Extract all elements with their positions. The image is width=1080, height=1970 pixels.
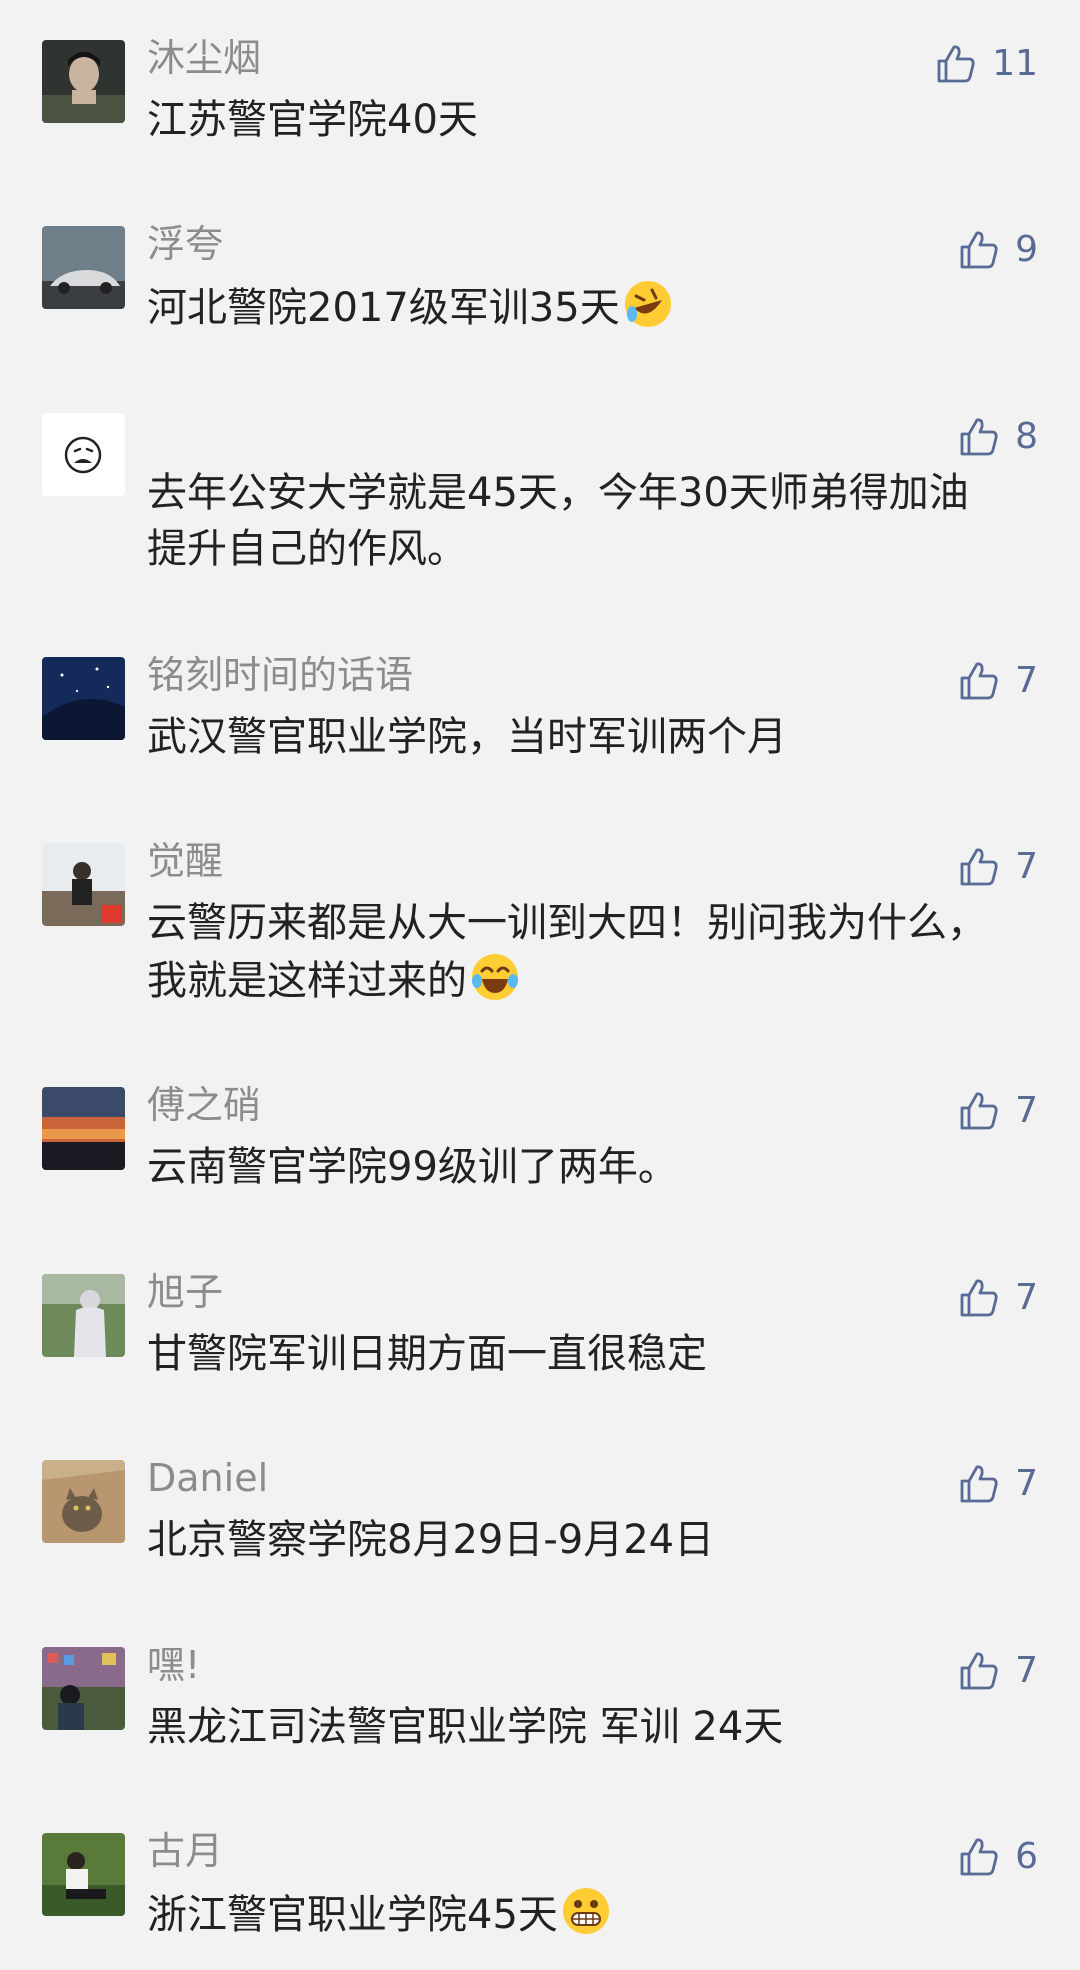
comment-item: 傅之硝 云南警官学院99级训了两年。 7: [0, 1083, 1080, 1190]
thumbs-up-icon: [960, 848, 998, 886]
user-avatar[interactable]: [42, 413, 125, 496]
like-button[interactable]: 8: [957, 413, 1038, 461]
like-count: 7: [1015, 1650, 1038, 1691]
like-button[interactable]: 6: [957, 1833, 1038, 1881]
comment-item: Daniel 北京警察学院8月29日-9月24日 7: [0, 1456, 1080, 1563]
avatar-night-sky-icon: [42, 657, 125, 740]
thumbs-up-icon: [960, 418, 998, 456]
avatar-young-man-icon: [42, 40, 125, 123]
thumbs-up-icon: [960, 1838, 998, 1876]
comment-text: 武汉警官职业学院，当时军训两个月: [147, 714, 787, 760]
user-name[interactable]: Daniel: [147, 1454, 268, 1502]
user-avatar[interactable]: [42, 226, 125, 309]
thumbs-up-icon: [960, 1652, 998, 1690]
like-count: 7: [1015, 1090, 1038, 1131]
like-button[interactable]: 11: [934, 40, 1038, 88]
comment-text-content: 云警历来都是从大一训到大四！别问我为什么，我就是这样过来的: [147, 900, 987, 1004]
avatar-sitting-man-icon: [42, 1833, 125, 1916]
comment-item: 浮夸 河北警院2017级军训35天 9: [0, 222, 1080, 331]
grimacing-emoji-icon: [560, 1885, 612, 1937]
comment-text-content: 浙江警官职业学院45天: [147, 1892, 558, 1938]
like-button[interactable]: 7: [957, 1087, 1038, 1135]
comment-text: 浙江警官职业学院45天: [147, 1885, 1007, 1943]
comment-text: 黑龙江司法警官职业学院 军训 24天: [147, 1704, 784, 1750]
user-name[interactable]: 傅之硝: [147, 1081, 261, 1129]
avatar-cat-icon: [42, 1460, 125, 1543]
comment-item: 旭子 甘警院军训日期方面一直很稳定 7: [0, 1270, 1080, 1377]
thumbs-up-icon: [960, 231, 998, 269]
user-avatar[interactable]: [42, 1833, 125, 1916]
avatar-sunset-icon: [42, 1087, 125, 1170]
user-avatar[interactable]: [42, 843, 125, 926]
comment-text: 去年公安大学就是45天，今年30天师弟得加油提升自己的作风。: [147, 470, 969, 572]
comment-text: 河北警院2017级军训35天: [147, 278, 1007, 336]
comment-item: 沐尘烟 江苏警官学院40天 11: [0, 36, 1080, 143]
comment-text: 云南警官学院99级训了两年。: [147, 1144, 678, 1190]
user-name[interactable]: 觉醒: [147, 837, 223, 885]
comment-text: 江苏警官学院40天: [147, 97, 478, 143]
user-avatar[interactable]: [42, 1274, 125, 1357]
like-button[interactable]: 7: [957, 657, 1038, 705]
user-avatar[interactable]: [42, 657, 125, 740]
like-count: 7: [1015, 1277, 1038, 1318]
thumbs-up-icon: [960, 1279, 998, 1317]
like-count: 11: [992, 43, 1038, 84]
user-avatar[interactable]: [42, 1647, 125, 1730]
user-name[interactable]: 浮夸: [147, 220, 223, 268]
like-count: 7: [1015, 1463, 1038, 1504]
rolling-laugh-emoji-icon: [622, 278, 674, 330]
like-count: 7: [1015, 660, 1038, 701]
user-name[interactable]: 沐尘烟: [147, 34, 261, 82]
user-avatar[interactable]: [42, 1460, 125, 1543]
comment-list: 沐尘烟 江苏警官学院40天 11 浮夸 河北警院2017级军训35天 9 去年公…: [0, 0, 1080, 1970]
user-name[interactable]: 旭子: [147, 1268, 223, 1316]
thumbs-up-icon: [960, 1465, 998, 1503]
like-count: 9: [1015, 229, 1038, 270]
like-button[interactable]: 7: [957, 843, 1038, 891]
like-count: 8: [1015, 416, 1038, 457]
comment-item: 去年公安大学就是45天，今年30天师弟得加油提升自己的作风。 8: [0, 413, 1080, 573]
avatar-outdoor-person-icon: [42, 1274, 125, 1357]
avatar-car-icon: [42, 226, 125, 309]
like-button[interactable]: 9: [957, 226, 1038, 274]
like-button[interactable]: 7: [957, 1274, 1038, 1322]
avatar-cartoon-face-icon: [42, 413, 125, 496]
like-button[interactable]: 7: [957, 1460, 1038, 1508]
user-avatar[interactable]: [42, 40, 125, 123]
comment-item: 古月 浙江警官职业学院45天 6: [0, 1829, 1080, 1938]
tears-of-joy-emoji-icon: [469, 951, 521, 1003]
user-name[interactable]: 铭刻时间的话语: [147, 651, 413, 699]
comment-text: 甘警院军训日期方面一直很稳定: [147, 1331, 707, 1377]
thumbs-up-icon: [960, 1092, 998, 1130]
comment-item: 觉醒 云警历来都是从大一训到大四！别问我为什么，我就是这样过来的 7: [0, 839, 1080, 1004]
avatar-shop-icon: [42, 1647, 125, 1730]
comment-text: 北京警察学院8月29日-9月24日: [147, 1517, 715, 1563]
comment-item: 嘿! 黑龙江司法警官职业学院 军训 24天 7: [0, 1643, 1080, 1750]
comment-item: 铭刻时间的话语 武汉警官职业学院，当时军训两个月 7: [0, 653, 1080, 760]
user-name[interactable]: 古月: [147, 1827, 223, 1875]
comment-text: 云警历来都是从大一训到大四！别问我为什么，我就是这样过来的: [147, 895, 1007, 1009]
thumbs-up-icon: [937, 45, 975, 83]
user-name[interactable]: 嘿!: [147, 1641, 200, 1689]
thumbs-up-icon: [960, 662, 998, 700]
like-count: 6: [1015, 1836, 1038, 1877]
like-count: 7: [1015, 846, 1038, 887]
comment-text-content: 河北警院2017级军训35天: [147, 285, 620, 331]
avatar-photographer-icon: [42, 843, 125, 926]
like-button[interactable]: 7: [957, 1647, 1038, 1695]
user-avatar[interactable]: [42, 1087, 125, 1170]
